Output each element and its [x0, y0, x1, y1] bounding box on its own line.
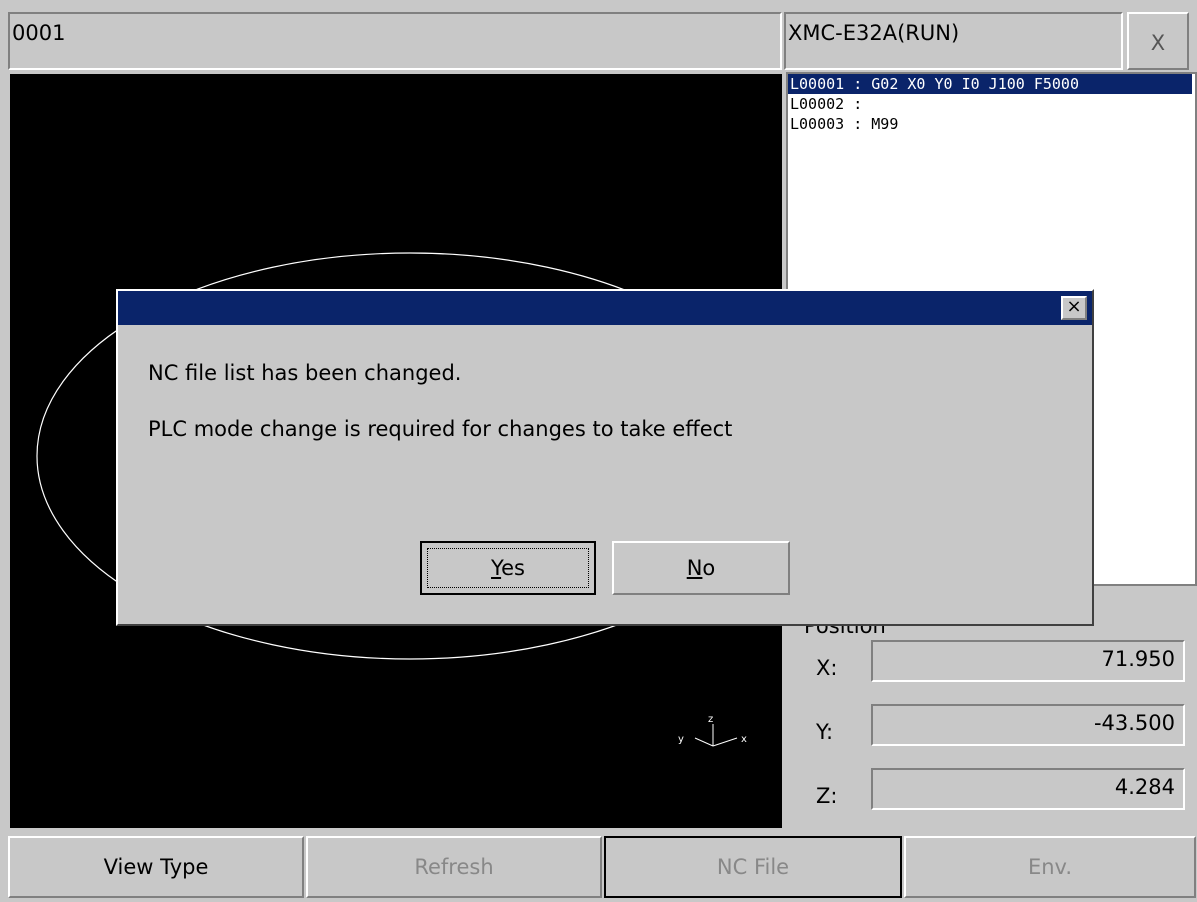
close-button[interactable]: X	[1127, 12, 1189, 70]
code-line[interactable]: L00003 : M99	[788, 114, 1195, 134]
axis-row-x: X: 71.950	[786, 640, 1197, 690]
position-panel: Position X: 71.950 Y: -43.500 Z: 4.284	[786, 590, 1197, 830]
program-name-field: 0001	[8, 12, 782, 70]
refresh-button[interactable]: Refresh	[306, 836, 602, 898]
axis-value-z: 4.284	[871, 768, 1185, 810]
dialog-close-button[interactable]: ×	[1061, 296, 1087, 320]
axis-value-x: 71.950	[871, 640, 1185, 682]
plc-status-field: XMC-E32A(RUN)	[784, 12, 1123, 70]
axis-y-label: y	[678, 734, 684, 745]
no-label: No	[686, 556, 716, 580]
axis-row-z: Z: 4.284	[786, 768, 1197, 818]
dialog-message-line2: PLC mode change is required for changes …	[148, 417, 733, 441]
focus-rect	[427, 548, 589, 588]
code-line[interactable]: L00002 :	[788, 94, 1195, 114]
axis-row-y: Y: -43.500	[786, 704, 1197, 754]
env-button[interactable]: Env.	[904, 836, 1196, 898]
dialog-titlebar[interactable]: ×	[118, 291, 1092, 325]
view-type-button[interactable]: View Type	[8, 836, 304, 898]
axis-x-label: x	[741, 734, 747, 745]
axis-label: Y:	[816, 720, 834, 744]
yes-button[interactable]: Yes	[420, 541, 596, 595]
dialog-message-line1: NC file list has been changed.	[148, 361, 462, 385]
axis-value-y: -43.500	[871, 704, 1185, 746]
nc-file-button[interactable]: NC File	[604, 836, 902, 898]
confirm-dialog: × NC file list has been changed. PLC mod…	[116, 289, 1094, 626]
axis-label: X:	[816, 656, 838, 680]
axis-label: Z:	[816, 784, 838, 808]
no-button[interactable]: No	[612, 541, 790, 595]
axis-z-label: z	[708, 714, 713, 725]
axis-triad-icon	[694, 724, 738, 747]
code-line[interactable]: L00001 : G02 X0 Y0 I0 J100 F5000	[788, 74, 1192, 94]
close-label: X	[1150, 31, 1166, 55]
